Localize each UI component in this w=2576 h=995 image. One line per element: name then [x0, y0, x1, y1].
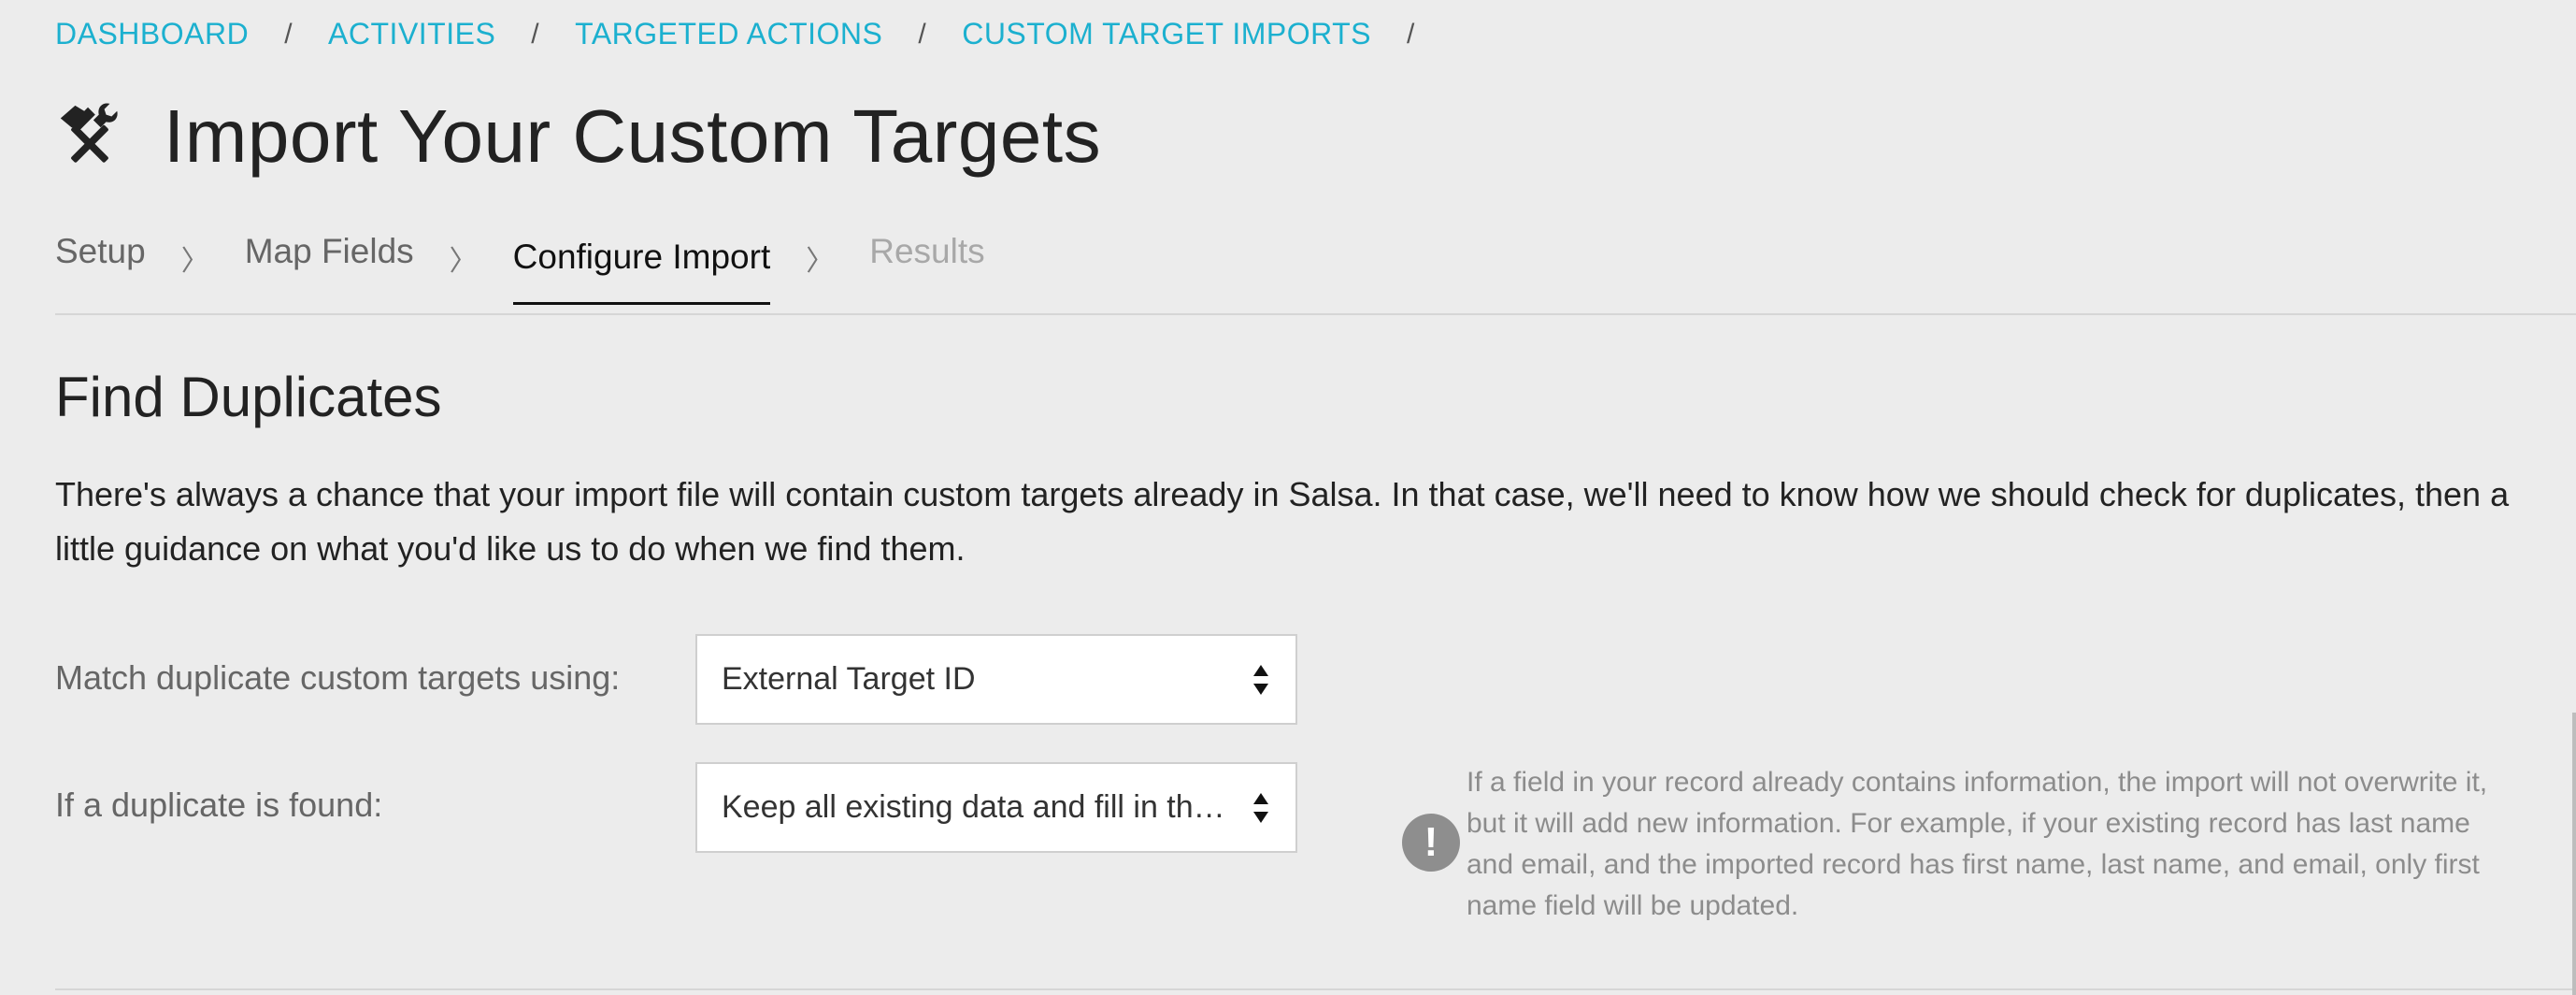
breadcrumb-separator: /	[918, 18, 927, 50]
section-description: There's always a chance that your import…	[55, 475, 2510, 568]
section-title: Find Duplicates	[55, 366, 442, 428]
step-nav: Setup 〉 Map Fields 〉 Configure Import 〉 …	[55, 232, 985, 312]
duplicate-select-value: Keep all existing data and fill in the b…	[722, 789, 1226, 825]
breadcrumb-custom-target-imports[interactable]: CUSTOM TARGET IMPORTS	[962, 17, 1371, 51]
match-select-value: External Target ID	[722, 661, 976, 697]
chevron-right-icon: 〉	[180, 246, 209, 277]
breadcrumb-activities[interactable]: ACTIVITIES	[328, 17, 495, 51]
step-configure-import[interactable]: Configure Import	[512, 238, 771, 305]
scrollbar[interactable]	[2572, 713, 2576, 995]
breadcrumb-dashboard[interactable]: DASHBOARD	[55, 17, 249, 51]
chevron-right-icon: 〉	[806, 246, 835, 277]
divider	[55, 313, 2576, 315]
help-text: If a field in your record already contai…	[1467, 767, 2488, 921]
match-label: Match duplicate custom targets using:	[55, 658, 621, 697]
divider	[55, 988, 2576, 990]
breadcrumb-targeted-actions[interactable]: TARGETED ACTIONS	[575, 17, 882, 51]
duplicate-label: If a duplicate is found:	[55, 786, 383, 824]
tools-icon	[60, 103, 118, 163]
chevron-right-icon: 〉	[449, 246, 478, 277]
breadcrumb-separator: /	[1407, 18, 1415, 50]
breadcrumb-separator: /	[284, 18, 293, 50]
step-results: Results	[869, 232, 985, 270]
select-arrows-icon	[1253, 664, 1268, 695]
breadcrumb-separator: /	[531, 18, 540, 50]
step-map-fields[interactable]: Map Fields	[245, 232, 414, 299]
page-title: Import Your Custom Targets	[164, 94, 1102, 178]
alert-icon: !	[1402, 814, 1460, 872]
select-arrows-icon	[1253, 792, 1268, 823]
duplicate-select[interactable]: Keep all existing data and fill in the b…	[695, 762, 1297, 853]
page: DASHBOARD / ACTIVITIES / TARGETED ACTION…	[0, 0, 2576, 995]
match-select[interactable]: External Target ID	[695, 634, 1297, 725]
breadcrumb: DASHBOARD / ACTIVITIES / TARGETED ACTION…	[55, 17, 1451, 51]
title-row: Import Your Custom Targets	[53, 94, 1101, 180]
step-setup[interactable]: Setup	[55, 232, 146, 299]
